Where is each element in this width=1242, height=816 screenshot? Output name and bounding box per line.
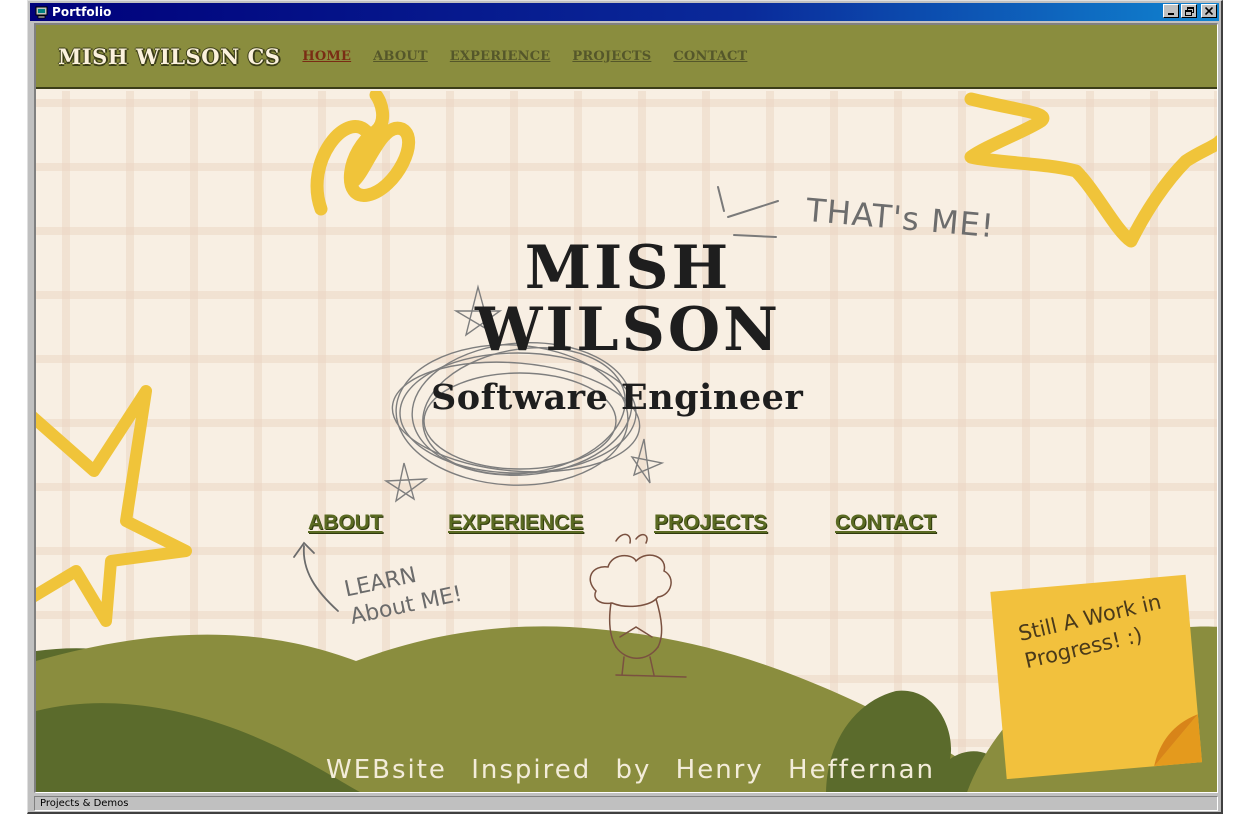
hero-link-about[interactable]: ABOUT xyxy=(308,511,383,535)
site-nav: MISH WILSON CS HOME ABOUT EXPERIENCE PRO… xyxy=(36,25,1217,89)
nav-link-experience[interactable]: EXPERIENCE xyxy=(450,49,551,64)
status-bar: Projects & Demos xyxy=(34,795,1218,812)
browser-window: Portfolio MISH WILSON CS HOME ABOUT EXPE… xyxy=(27,0,1223,814)
pencil-marks-doodle xyxy=(717,186,779,238)
hero-name-line2: WILSON xyxy=(474,295,782,365)
yellow-zigzag-doodle xyxy=(964,92,1217,248)
hero-link-contact[interactable]: CONTACT xyxy=(835,511,936,535)
yellow-loop-doodle xyxy=(310,91,416,216)
nav-link-contact[interactable]: CONTACT xyxy=(673,49,747,64)
computer-icon xyxy=(34,5,48,19)
nav-link-home[interactable]: HOME xyxy=(302,49,351,64)
close-icon xyxy=(1205,7,1213,15)
window-title: Portfolio xyxy=(52,5,112,19)
window-controls xyxy=(1163,4,1217,18)
sticky-note: Still A Work in Progress! :) xyxy=(990,575,1202,779)
restore-icon xyxy=(1184,6,1194,16)
hero-name-line1: MISH xyxy=(524,233,732,303)
hero-link-experience[interactable]: EXPERIENCE xyxy=(448,511,583,535)
sketch-star-doodle xyxy=(383,462,429,503)
credit-text: WEBsite Inspired by Henry Heffernan xyxy=(326,755,935,785)
nav-link-about[interactable]: ABOUT xyxy=(373,49,428,64)
sticky-note-text: Still A Work in Progress! :) xyxy=(1016,589,1164,674)
hero-section: MISH WILSON Software Engineer THAT's ME!… xyxy=(36,91,1217,792)
hero-subtitle: Software Engineer xyxy=(431,377,804,418)
restore-button[interactable] xyxy=(1181,4,1197,18)
hero-link-projects[interactable]: PROJECTS xyxy=(654,511,767,535)
page-viewport: MISH WILSON CS HOME ABOUT EXPERIENCE PRO… xyxy=(34,23,1218,793)
sketch-star-doodle xyxy=(630,438,665,484)
title-bar[interactable]: Portfolio xyxy=(30,3,1219,21)
yellow-star-doodle xyxy=(36,385,192,627)
brand-logo[interactable]: MISH WILSON CS xyxy=(58,44,280,69)
minimize-icon xyxy=(1168,13,1174,15)
status-text: Projects & Demos xyxy=(34,796,1218,811)
minimize-button[interactable] xyxy=(1163,4,1179,18)
close-button[interactable] xyxy=(1201,4,1217,18)
nav-link-projects[interactable]: PROJECTS xyxy=(572,49,651,64)
arrow-doodle xyxy=(293,541,339,612)
